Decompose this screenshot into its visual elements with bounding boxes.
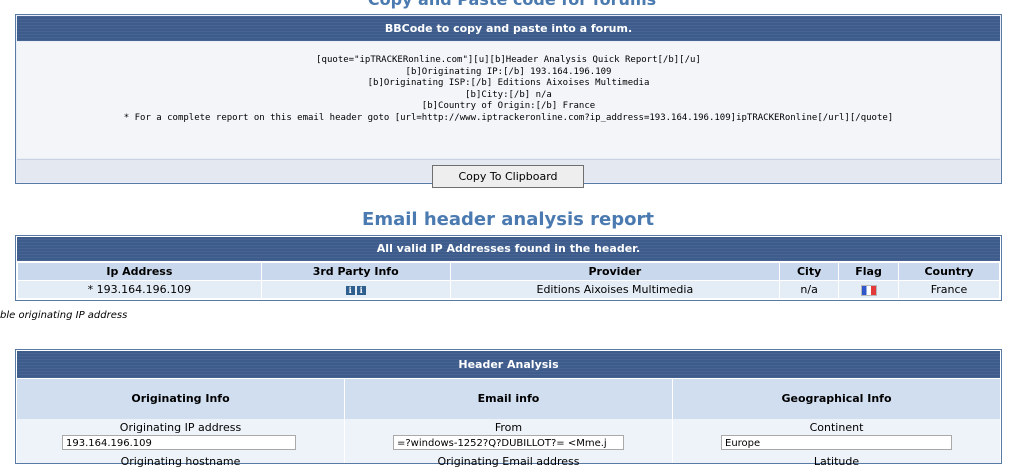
- button-row: Copy To Clipboard: [17, 159, 1000, 188]
- ip-address-table: Ip Address 3rd Party Info Provider City …: [17, 262, 1000, 299]
- field-label: Continent: [809, 421, 864, 434]
- column-header-originating-info: Originating Info: [17, 379, 345, 419]
- column-header-provider: Provider: [449, 262, 781, 281]
- email-info-cell: From =?windows-1252?Q?DUBILLOT?= <Mme.j …: [345, 419, 673, 468]
- table-header-row: Ip Address 3rd Party Info Provider City …: [17, 262, 1000, 281]
- city-cell: n/a: [779, 280, 840, 299]
- column-header-geographical-info: Geographical Info: [673, 379, 1000, 419]
- geographical-info-cell: Continent Europe Latitude: [673, 419, 1000, 468]
- header-analysis-columns: Originating Info Email info Geographical…: [17, 379, 1000, 419]
- report-heading: Email header analysis report: [362, 209, 654, 230]
- third-party-info-cell: ii: [260, 280, 451, 299]
- field-label: Originating IP address: [119, 421, 242, 434]
- ip-table-banner: All valid IP Addresses found in the head…: [17, 237, 1000, 261]
- info-icon[interactable]: i: [356, 285, 366, 295]
- header-analysis-row: Originating IP address 193.164.196.109 O…: [17, 419, 1000, 468]
- ip-address-panel: All valid IP Addresses found in the head…: [15, 235, 1002, 301]
- column-header-city: City: [779, 262, 840, 281]
- france-flag-icon: [860, 284, 877, 296]
- column-header-flag: Flag: [838, 262, 900, 281]
- field-label: From: [494, 421, 523, 434]
- bbcode-line: [b]Country of Origin:[/b] France: [421, 101, 596, 111]
- country-cell: France: [898, 280, 1000, 299]
- originating-ip-field[interactable]: 193.164.196.109: [62, 435, 296, 450]
- table-row: * 193.164.196.109 ii Editions Aixoises M…: [17, 280, 1000, 299]
- column-header-3rd-party: 3rd Party Info: [260, 262, 451, 281]
- column-header-ip: Ip Address: [17, 262, 262, 281]
- bbcode-line: [b]Originating ISP:[/b] Editions Aixoise…: [367, 78, 650, 88]
- column-header-email-info: Email info: [345, 379, 673, 419]
- header-analysis-panel: Header Analysis Originating Info Email i…: [15, 349, 1002, 468]
- info-icon[interactable]: i: [345, 285, 355, 295]
- copy-to-clipboard-button[interactable]: Copy To Clipboard: [432, 165, 584, 188]
- originating-info-cell: Originating IP address 193.164.196.109 O…: [17, 419, 345, 468]
- bbcode-banner: BBCode to copy and paste into a forum.: [17, 16, 1000, 41]
- provider-cell: Editions Aixoises Multimedia: [449, 280, 781, 299]
- flag-cell: [838, 280, 900, 299]
- bbcode-line: [quote="ipTRACKERonline.com"][u][b]Heade…: [316, 55, 701, 65]
- footnote: ble originating IP address: [0, 310, 128, 321]
- from-field[interactable]: =?windows-1252?Q?DUBILLOT?= <Mme.j: [393, 435, 624, 450]
- bbcode-panel: BBCode to copy and paste into a forum. […: [15, 14, 1002, 188]
- bbcode-line: * For a complete report on this email he…: [123, 112, 894, 123]
- column-header-country: Country: [898, 262, 1000, 281]
- copy-paste-heading: Copy and Paste code for forums: [0, 0, 1024, 9]
- bbcode-text[interactable]: [quote="ipTRACKERonline.com"][u][b]Heade…: [17, 42, 1000, 158]
- header-analysis-banner: Header Analysis: [17, 351, 1000, 378]
- bbcode-line: [b]Originating IP:[/b] 193.164.196.109: [405, 66, 612, 77]
- bbcode-line: [b]City:[/b] n/a: [465, 89, 552, 100]
- ip-address-cell: * 193.164.196.109: [17, 280, 262, 299]
- continent-field[interactable]: Europe: [721, 435, 952, 450]
